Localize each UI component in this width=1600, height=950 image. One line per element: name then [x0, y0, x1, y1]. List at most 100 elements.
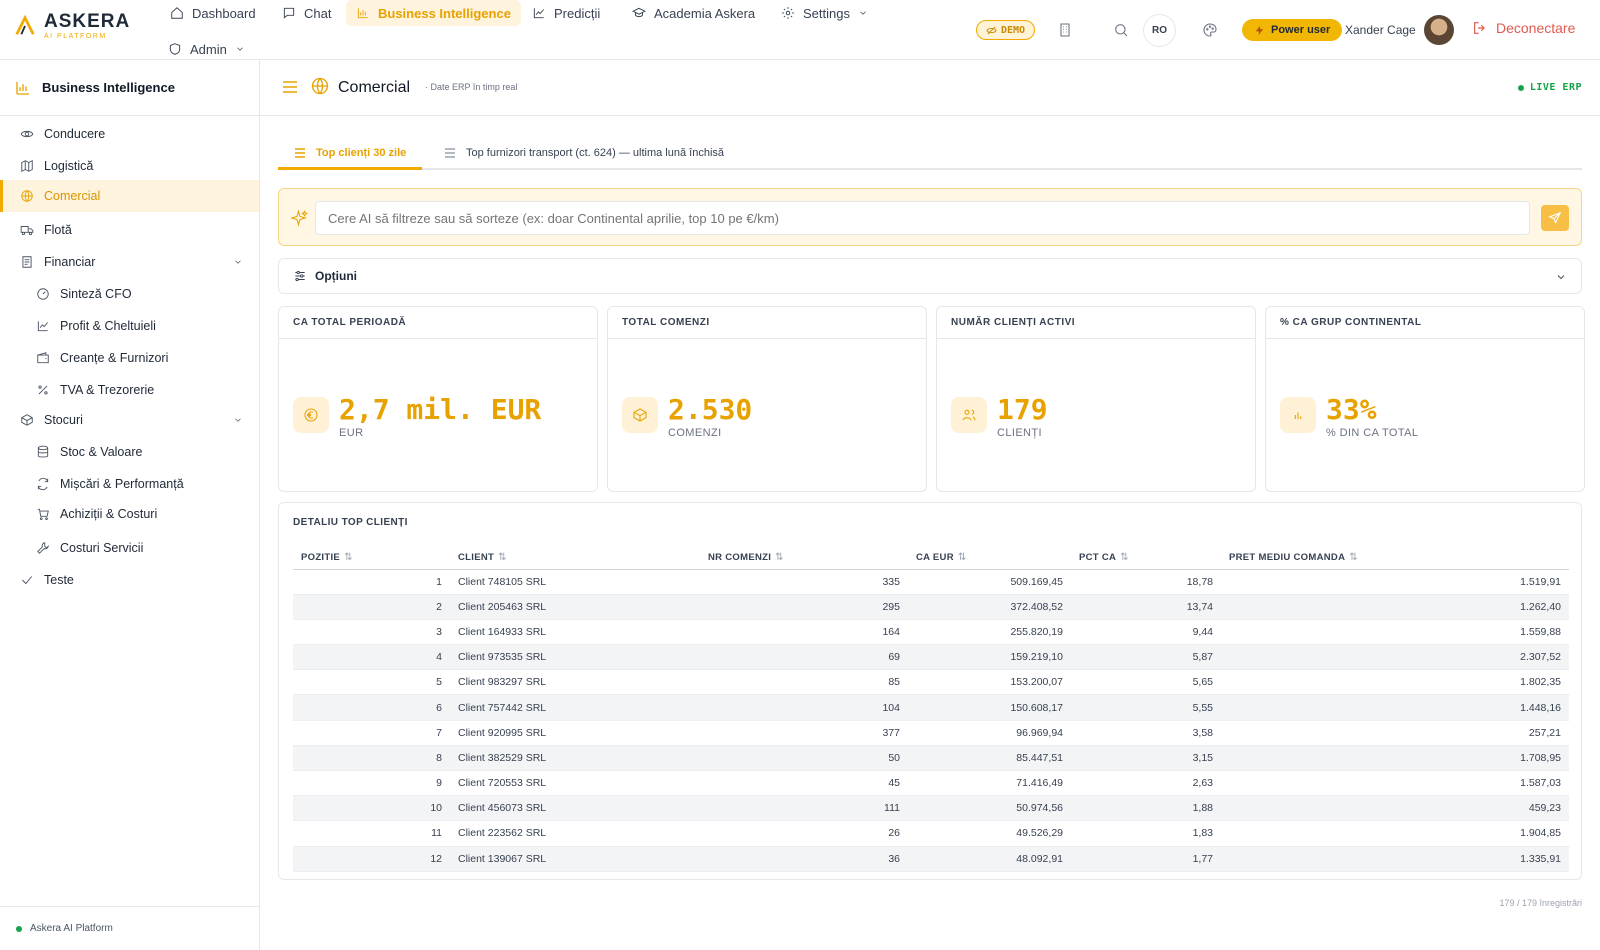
live-label: LIVE ERP: [1529, 82, 1582, 93]
nav-academia-label: Academia Askera: [654, 5, 756, 21]
table-row[interactable]: 4 Client 973535 SRL 69 159.219,10 5,87 2.307,…: [293, 644, 1569, 671]
menu-icon[interactable]: [282, 80, 298, 94]
cell-client: Client 973535 SRL: [450, 644, 700, 671]
sidebar-item-label: Flotă: [44, 223, 72, 237]
nav-admin[interactable]: Admin: [158, 36, 255, 62]
kpi-card: NUMĂR CLIENȚI ACTIVI 179 CLIENȚI: [936, 306, 1256, 492]
cell-pct-ca: 18,78: [1071, 569, 1221, 595]
sidebar-item-label: TVA & Trezorerie: [60, 383, 155, 397]
cell-nr-comenzi: 85: [700, 669, 908, 696]
cart-icon: [37, 508, 49, 521]
cell-nr-comenzi: 36: [700, 846, 908, 872]
sidebar-item-conducere[interactable]: Conducere: [0, 118, 259, 150]
table-row[interactable]: 3 Client 164933 SRL 164 255.820,19 9,44 1.559…: [293, 619, 1569, 646]
demo-badge[interactable]: DEMO: [976, 20, 1036, 40]
sidebar-item-teste[interactable]: Teste: [0, 564, 259, 596]
logout-button[interactable]: Deconectare: [1472, 20, 1575, 36]
sidebar-item-financiar[interactable]: Financiar: [0, 246, 259, 278]
cell-pct-ca: 5,55: [1071, 694, 1221, 721]
cell-ca-eur: 49.526,29: [908, 820, 1071, 847]
askera-logo-icon: [15, 15, 35, 35]
table-row[interactable]: 2 Client 205463 SRL 295 372.408,52 13,74 1.26…: [293, 594, 1569, 620]
table-row[interactable]: 1 Client 748105 SRL 335 509.169,45 18,78 1.51…: [293, 569, 1569, 595]
cell-pct-ca: 13,74: [1071, 594, 1221, 620]
column-header-client[interactable]: CLIENT ⇅: [450, 539, 700, 570]
table-row[interactable]: 6 Client 757442 SRL 104 150.608,17 5,55 1.448…: [293, 694, 1569, 721]
live-status: LIVE ERP: [1517, 82, 1582, 93]
table-row[interactable]: 11 Client 223562 SRL 26 49.526,29 1,83 1.904,…: [293, 820, 1569, 847]
tab-top-clienti[interactable]: Top clienți 30 zile: [278, 138, 423, 170]
nav-dashboard[interactable]: Dashboard: [160, 0, 266, 26]
refresh-icon: [37, 477, 49, 491]
cell-ca-eur: 255.820,19: [908, 619, 1071, 646]
cell-ca-eur: 159.219,10: [908, 644, 1071, 671]
column-header-nr-comenzi[interactable]: NR COMENZI ⇅: [700, 539, 908, 570]
table-row[interactable]: 5 Client 983297 SRL 85 153.200,07 5,65 1.802,…: [293, 669, 1569, 696]
sidebar-item-sinteza-cfo[interactable]: Sinteză CFO: [0, 278, 259, 310]
building-button[interactable]: [1054, 19, 1076, 41]
language-button[interactable]: RO: [1143, 14, 1176, 47]
list-icon: [445, 148, 455, 158]
sidebar-item-stoc-valoare[interactable]: Stoc & Valoare: [0, 436, 259, 468]
logo[interactable]: ASKERA AI PLATFORM: [14, 12, 130, 40]
cell-nr-comenzi: 377: [700, 720, 908, 746]
table-title: DETALIU TOP CLIENȚI: [293, 517, 408, 528]
sidebar-item-profit[interactable]: Profit & Cheltuieli: [0, 310, 259, 342]
sidebar-item-creante[interactable]: Creanțe & Furnizori: [0, 342, 259, 374]
nav-settings[interactable]: Settings: [771, 0, 878, 26]
search-button[interactable]: [1110, 19, 1132, 41]
sidebar-item-flota[interactable]: Flotă: [0, 214, 259, 246]
nav-bi-label: Business Intelligence: [378, 5, 511, 21]
tabs: Top clienți 30 zile Top furnizori transp…: [278, 138, 1582, 170]
tab-top-furnizori[interactable]: Top furnizori transport (ct. 624) — ulti…: [428, 138, 740, 168]
logout-icon: [1474, 22, 1485, 34]
column-header-pct-ca[interactable]: PCT CA ⇅: [1071, 539, 1221, 570]
cell-client: Client 920995 SRL: [450, 720, 700, 746]
column-header-label: PRET MEDIU COMANDA: [1229, 551, 1346, 563]
sidebar-item-stocuri[interactable]: Stocuri: [0, 404, 259, 436]
sidebar-item-label: Mișcări & Performanță: [60, 477, 184, 491]
cell-pozitie: 3: [293, 619, 450, 646]
sidebar-item-tva[interactable]: TVA & Trezorerie: [0, 374, 259, 406]
ai-filter-input[interactable]: [315, 201, 1530, 235]
nav-predictii[interactable]: Predicții: [522, 0, 610, 26]
table-row[interactable]: 8 Client 382529 SRL 50 85.447,51 3,15 1.708,9…: [293, 745, 1569, 772]
tab-label: Top furnizori transport (ct. 624) — ulti…: [466, 147, 725, 159]
column-header-pozitie[interactable]: POZITIE ⇅: [293, 539, 450, 570]
building-icon: [1060, 23, 1070, 37]
sidebar-item-comercial[interactable]: Comercial: [0, 180, 259, 212]
user-name: Xander Cage: [1345, 23, 1416, 37]
ai-send-button[interactable]: [1541, 205, 1569, 231]
table-row[interactable]: 9 Client 720553 SRL 45 71.416,49 2,63 1.587,0…: [293, 770, 1569, 797]
cell-pct-ca: 1,83: [1071, 820, 1221, 847]
nav-business-intelligence[interactable]: Business Intelligence: [346, 0, 521, 26]
cell-pct-ca: 2,63: [1071, 770, 1221, 797]
chevron-down-icon: [235, 260, 241, 264]
theme-button[interactable]: [1199, 19, 1221, 41]
kpi-icon-wrap: [622, 397, 658, 433]
nav-academia[interactable]: Academia Askera: [622, 0, 765, 26]
chat-icon: [283, 7, 295, 19]
column-header-label: CA EUR: [916, 551, 954, 563]
cell-pret-mediu: 257,21: [1221, 720, 1569, 746]
database-icon: [37, 445, 49, 458]
cell-nr-comenzi: 111: [700, 795, 908, 822]
kpi-title: TOTAL COMENZI: [608, 307, 926, 339]
column-header-pret-mediu[interactable]: PRET MEDIU COMANDA ⇅: [1221, 539, 1569, 570]
table-row[interactable]: 7 Client 920995 SRL 377 96.969,94 3,58 257,21: [293, 720, 1569, 746]
options-panel[interactable]: Opțiuni: [278, 258, 1582, 294]
sidebar-item-logistica[interactable]: Logistică: [0, 150, 259, 182]
power-user-badge[interactable]: Power user: [1242, 19, 1343, 41]
nav-chat[interactable]: Chat: [272, 0, 341, 26]
table-row[interactable]: 12 Client 139067 SRL 36 48.092,91 1,77 1.335,…: [293, 846, 1569, 872]
sidebar-item-label: Sinteză CFO: [60, 287, 132, 301]
sidebar-item-costuri-servicii[interactable]: Costuri Servicii: [0, 532, 259, 564]
column-header-label: PCT CA: [1079, 551, 1117, 563]
avatar[interactable]: [1424, 15, 1454, 45]
sidebar-item-miscari[interactable]: Mișcări & Performanță: [0, 468, 259, 500]
table-row[interactable]: 10 Client 456073 SRL 111 50.974,56 1,88 459,2…: [293, 795, 1569, 822]
column-header-ca-eur[interactable]: CA EUR ⇅: [908, 539, 1071, 570]
kpi-icon-wrap: [293, 397, 329, 433]
sidebar-item-achizitii[interactable]: Achiziții & Costuri: [0, 498, 259, 530]
cell-pozitie: 10: [293, 795, 450, 822]
